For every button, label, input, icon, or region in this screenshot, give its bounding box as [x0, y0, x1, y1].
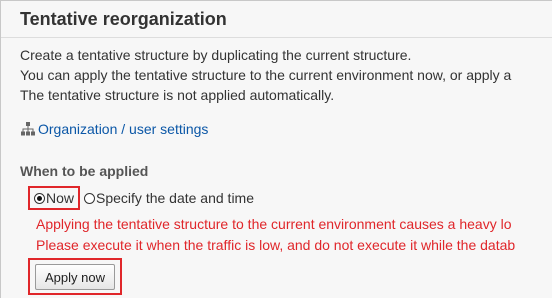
title-divider — [1, 37, 552, 38]
warning-line-1: Applying the tentative structure to the … — [36, 216, 512, 232]
specify-date-radio-label[interactable]: Specify the date and time — [96, 190, 254, 206]
now-radio-label[interactable]: Now — [46, 190, 74, 206]
specify-date-radio[interactable] — [84, 192, 96, 204]
organization-user-settings-label[interactable]: Organization / user settings — [38, 121, 208, 137]
warning-line-2: Please execute it when the traffic is lo… — [36, 237, 516, 253]
tentative-reorganization-panel: Tentative reorganization Create a tentat… — [0, 0, 552, 298]
when-to-be-applied-label: When to be applied — [20, 163, 149, 179]
page-title: Tentative reorganization — [20, 9, 227, 29]
apply-timing-radio-group: Now Specify the date and time — [28, 183, 254, 213]
org-chart-icon — [20, 121, 36, 137]
specify-date-option: Specify the date and time — [84, 190, 254, 206]
description-line-3: The tentative structure is not applied a… — [20, 87, 335, 103]
description-line-1: Create a tentative structure by duplicat… — [20, 47, 412, 63]
now-option-highlight: Now — [28, 186, 81, 210]
organization-user-settings-link[interactable]: Organization / user settings — [20, 121, 208, 137]
description-line-2: You can apply the tentative structure to… — [20, 67, 512, 83]
apply-now-button[interactable]: Apply now — [35, 264, 115, 290]
now-radio[interactable] — [34, 192, 45, 204]
